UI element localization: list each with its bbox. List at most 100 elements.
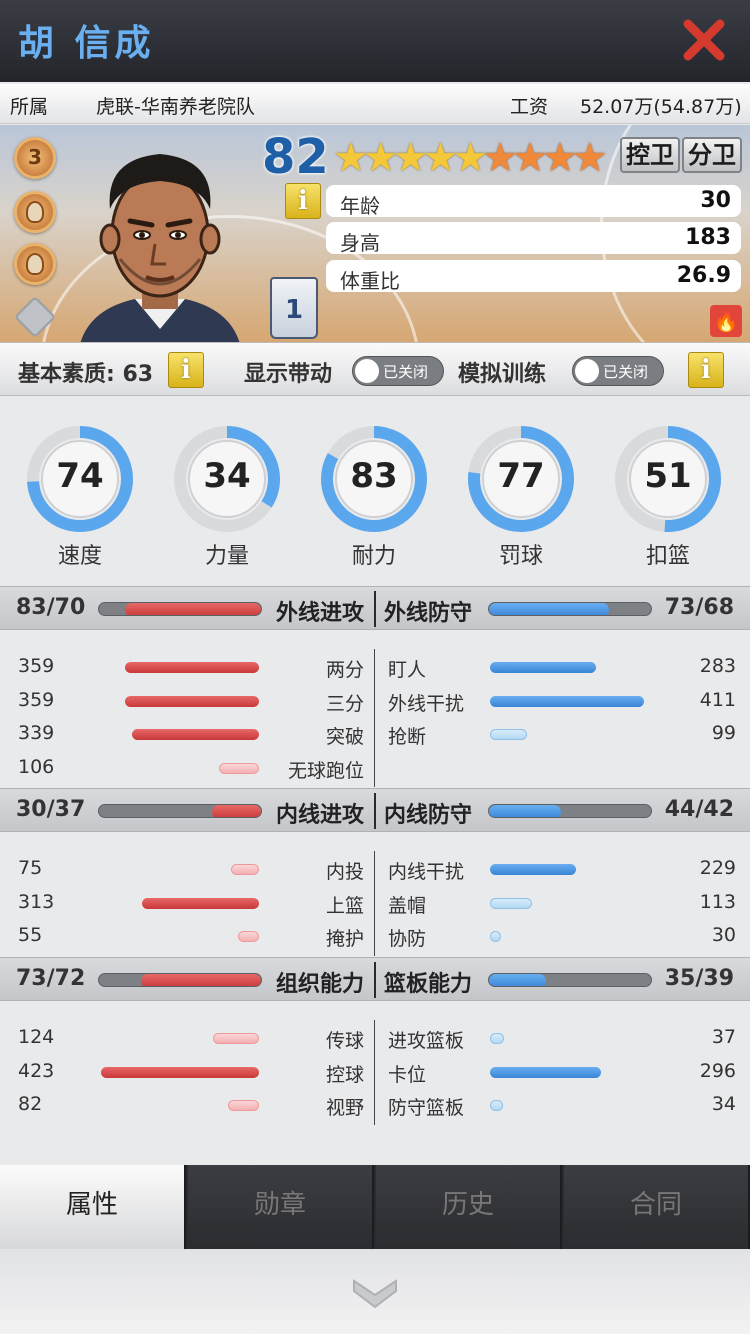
stat-value: 283	[699, 655, 736, 677]
stat-row: 内线干扰 229	[378, 855, 750, 885]
section-left-label: 组织能力	[276, 972, 365, 997]
salary-value: 52.07万(54.87万)	[580, 96, 742, 118]
stat-bar	[228, 1100, 259, 1111]
star-icon: ★	[452, 135, 488, 181]
stat-section-header: 73/72 组织能力 篮板能力 35/39	[0, 957, 750, 1001]
player-name: 胡 信成	[18, 23, 155, 64]
section-right-value: 35/39	[664, 966, 734, 991]
stat-bar	[132, 729, 259, 740]
section-right-bar	[488, 602, 652, 616]
position-sg-tag: 分卫	[682, 137, 742, 173]
stat-row: 359 三分	[0, 687, 372, 717]
salary-label: 工资	[510, 96, 549, 118]
stat-label: 视野	[325, 1097, 364, 1119]
stat-label: 卡位	[388, 1063, 427, 1086]
avatar[interactable]	[80, 139, 240, 342]
stat-row: 卡位 296	[378, 1058, 750, 1088]
stat-row: 359 两分	[0, 653, 372, 683]
stat-row: 82 视野	[0, 1091, 372, 1121]
section-right-label: 外线防守	[384, 601, 473, 626]
stat-value: 37	[711, 1026, 736, 1048]
attribute-ring: 77 罚球	[466, 424, 576, 569]
stat-row: 339 突破	[0, 720, 372, 750]
stat-label: 防守篮板	[388, 1097, 465, 1119]
stat-label: 掩护	[325, 928, 364, 950]
tab-attributes[interactable]: 属性	[0, 1165, 186, 1249]
attribute-ring: 74 速度	[25, 424, 135, 569]
header-bar: 胡 信成	[0, 0, 750, 82]
section-left-bar	[98, 602, 262, 616]
skill-badge-icon[interactable]	[14, 191, 56, 233]
weight-value: 26.9	[676, 263, 731, 288]
section-left-value: 83/70	[16, 595, 86, 620]
stat-bar	[219, 762, 259, 774]
stat-bar	[213, 1033, 259, 1044]
ring-label: 扣篮	[645, 544, 690, 569]
stat-label: 两分	[325, 659, 364, 681]
stat-bar	[490, 729, 527, 740]
profile-row-weight: 体重比 26.9	[326, 260, 741, 293]
stat-value: 34	[711, 1093, 736, 1115]
level-badge-icon[interactable]: 3	[14, 137, 56, 179]
stat-value: 82	[18, 1093, 43, 1115]
section-left-value: 73/72	[16, 966, 86, 991]
position-pg-tag: 控卫	[620, 137, 680, 173]
tab-history[interactable]: 历史	[376, 1165, 562, 1249]
stat-value: 339	[18, 722, 55, 744]
section-right-value: 44/42	[664, 797, 734, 822]
stat-label: 突破	[325, 726, 364, 748]
stat-row: 协防 30	[378, 922, 750, 952]
stat-row: 75 内投	[0, 855, 372, 885]
stat-section-header: 83/70 外线进攻 外线防守 73/68	[0, 586, 750, 630]
tab-medals[interactable]: 勋章	[188, 1165, 374, 1249]
skill-badge-2-icon[interactable]	[14, 243, 56, 285]
stat-label: 无球跑位	[287, 759, 364, 782]
section-right-label: 篮板能力	[384, 972, 473, 997]
stat-value: 113	[699, 890, 736, 913]
stat-bar	[490, 931, 501, 942]
ring-label: 耐力	[351, 544, 396, 569]
ring-label: 罚球	[498, 544, 543, 569]
stat-label: 传球	[325, 1030, 364, 1052]
training-info-icon[interactable]: i	[688, 352, 724, 388]
stat-label: 进攻篮板	[388, 1030, 465, 1052]
quality-info-icon[interactable]: i	[168, 352, 204, 388]
ring-value: 51	[644, 456, 692, 496]
show-boost-toggle[interactable]: 已关闭	[352, 356, 444, 386]
height-label: 身高	[340, 231, 380, 255]
star-icon: ★	[422, 135, 459, 181]
section-left-bar	[98, 804, 262, 818]
section-right-value: 73/68	[664, 595, 734, 620]
star-rating: ★★★★★★★★★	[333, 135, 608, 181]
info-icon[interactable]: i	[285, 183, 321, 219]
stat-row: 进攻篮板 37	[378, 1024, 750, 1054]
stat-bar	[238, 931, 259, 942]
stat-bar	[101, 1066, 259, 1078]
stat-row: 106 无球跑位	[0, 754, 372, 784]
stat-value: 411	[699, 688, 736, 711]
team-info-bar: 所属 虎联-华南养老院队 工资 52.07万(54.87万)	[0, 84, 750, 124]
stat-label: 上篮	[325, 894, 364, 917]
section-left-label: 外线进攻	[276, 601, 365, 626]
stat-value: 229	[699, 857, 736, 879]
bottom-area	[0, 1249, 750, 1334]
star-icon: ★	[333, 135, 369, 181]
fire-icon[interactable]: 🔥	[710, 305, 742, 337]
sim-training-toggle[interactable]: 已关闭	[572, 356, 664, 386]
close-icon[interactable]	[680, 14, 730, 64]
stat-row: 124 传球	[0, 1024, 372, 1054]
quality-bar: 基本素质: 63 i 显示带动 已关闭 模拟训练 已关闭 i	[0, 342, 750, 396]
stat-value: 55	[18, 924, 43, 946]
stat-label: 外线干扰	[388, 692, 465, 715]
stat-bar	[490, 1033, 504, 1044]
star-icon: ★	[571, 135, 608, 181]
column-divider	[374, 851, 375, 956]
ring-value: 34	[203, 456, 251, 496]
section-left-label: 内线进攻	[276, 803, 365, 828]
ring-label: 速度	[57, 544, 102, 569]
ring-label: 力量	[204, 544, 249, 569]
chevron-down-icon[interactable]	[350, 1277, 400, 1311]
tab-contract[interactable]: 合同	[564, 1165, 750, 1249]
section-left-bar	[98, 973, 262, 987]
stat-value: 423	[18, 1059, 55, 1082]
